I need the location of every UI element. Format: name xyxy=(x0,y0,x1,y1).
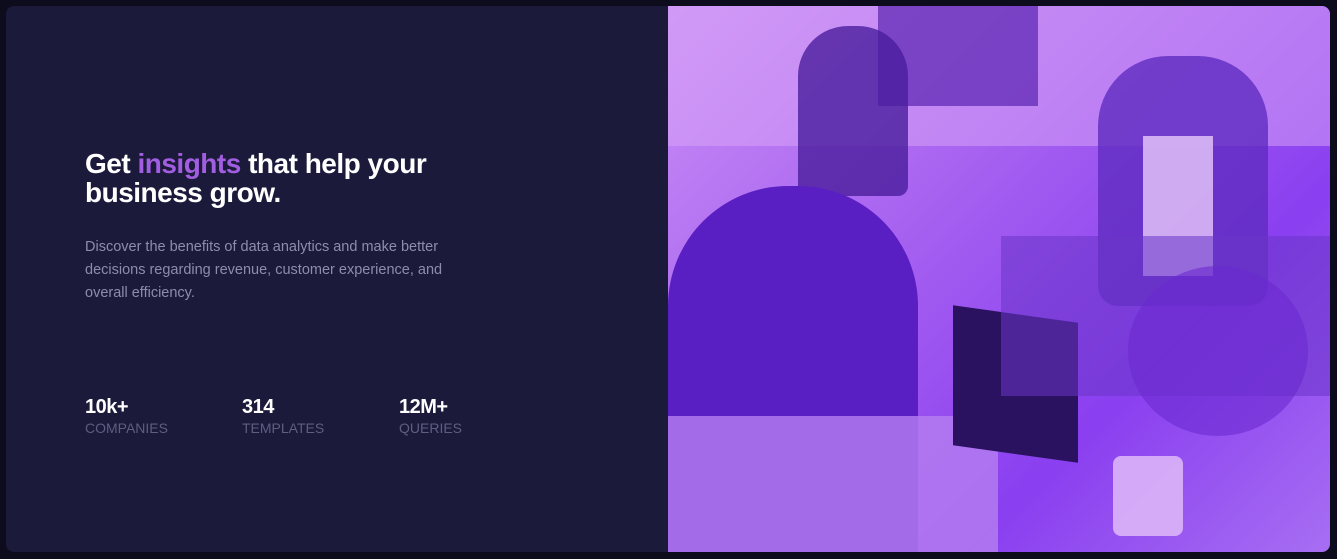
stat-label: TEMPLATES xyxy=(242,420,325,436)
hero-description: Discover the benefits of data analytics … xyxy=(85,239,443,301)
hero-card: Get insights that help your business gro… xyxy=(6,6,1330,552)
title-accent: insights xyxy=(137,148,241,179)
stat-label: QUERIES xyxy=(399,420,463,436)
stat-value: 314 xyxy=(242,396,274,418)
stat-queries: 12M+ QUERIES xyxy=(399,395,556,437)
hero-title: Get insights that help your business gro… xyxy=(85,148,427,208)
stat-label: COMPANIES xyxy=(85,420,168,436)
office-team-photo xyxy=(668,6,1330,552)
stats-row: 10k+ COMPANIES 314 TEMPLATES 12M+ QUERIE… xyxy=(85,395,556,437)
stat-companies: 10k+ COMPANIES xyxy=(85,395,242,437)
stat-value: 10k+ xyxy=(85,396,129,418)
stat-value: 12M+ xyxy=(399,396,448,418)
stat-templates: 314 TEMPLATES xyxy=(242,395,399,437)
